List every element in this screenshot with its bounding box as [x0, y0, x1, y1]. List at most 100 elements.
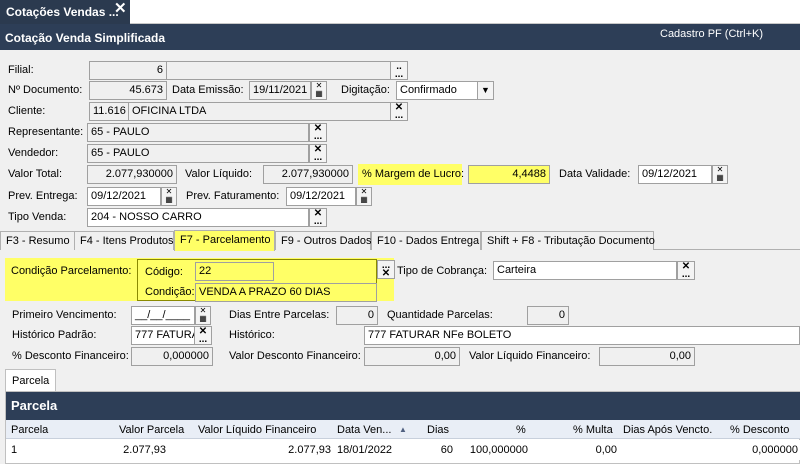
- margem-label: % Margem de Lucro:: [362, 168, 465, 180]
- cadastro-pf-shortcut[interactable]: Cadastro PF (Ctrl+K): [660, 27, 763, 41]
- cell-data-vencimento: 18/01/2022: [337, 444, 393, 456]
- cell-dias: 60: [440, 444, 453, 456]
- cell-valor-liquido-financeiro: 2.077,93: [288, 444, 331, 456]
- vendedor-field[interactable]: 65 - PAULO: [87, 144, 309, 163]
- tipo-cobranca-field[interactable]: Carteira: [493, 261, 677, 280]
- prev-faturamento-label: Prev. Faturamento:: [186, 190, 280, 202]
- table-row[interactable]: 1 2.077,93 2.077,93 18/01/2022 60 100,00…: [6, 440, 800, 460]
- representante-label: Representante:: [8, 126, 84, 138]
- data-emissao-field[interactable]: 19/11/2021: [249, 81, 311, 100]
- col-data-vencimento[interactable]: Data Ven...: [337, 423, 391, 437]
- form-title: Cotação Venda Simplificada: [5, 31, 166, 45]
- tipo-cobranca-search-button[interactable]: ✕...: [677, 261, 695, 280]
- col-dias[interactable]: Dias: [427, 423, 449, 437]
- col-parcela[interactable]: Parcela: [11, 423, 48, 437]
- prev-entrega-field[interactable]: 09/12/2021: [87, 187, 161, 206]
- data-validade-calendar-icon[interactable]: ✕ ▦: [712, 165, 728, 184]
- dias-entre-parcelas-field[interactable]: 0: [336, 306, 378, 325]
- quantidade-parcelas-field[interactable]: 0: [527, 306, 569, 325]
- filial-field[interactable]: 6: [89, 61, 167, 80]
- cell-parcela: 1: [11, 444, 18, 456]
- valor-liquido-financeiro-label: Valor Líquido Financeiro:: [469, 350, 591, 362]
- valor-desconto-financeiro-label: Valor Desconto Financeiro:: [229, 350, 361, 362]
- close-icon[interactable]: ✕: [114, 1, 127, 17]
- historico-padrao-search-button[interactable]: ✕...: [194, 326, 212, 345]
- digitacao-value: Confirmado: [400, 84, 457, 96]
- tipo-venda-label: Tipo Venda:: [8, 211, 67, 223]
- tab-resumo[interactable]: F3 - Resumo: [0, 231, 75, 250]
- data-validade-label: Data Validade:: [559, 168, 631, 180]
- codigo-label: Código:: [145, 266, 183, 278]
- valor-total-label: Valor Total:: [8, 168, 63, 180]
- cliente-name-field: OFICINA LTDA: [128, 102, 391, 121]
- tab-itens-produtos[interactable]: F4 - Itens Produtos: [74, 231, 174, 250]
- digitacao-select[interactable]: Confirmado ▼: [396, 81, 494, 100]
- col-valor-parcela[interactable]: Valor Parcela: [119, 423, 184, 437]
- chevron-down-icon[interactable]: ▼: [477, 82, 493, 99]
- representante-search-button[interactable]: ✕...: [309, 123, 327, 142]
- prev-entrega-label: Prev. Entrega:: [8, 190, 78, 202]
- document-tab-title: Cotações Vendas ...: [6, 5, 119, 19]
- documento-field[interactable]: 45.673: [89, 81, 167, 100]
- col-multa[interactable]: % Multa: [573, 423, 613, 437]
- tab-parcela[interactable]: Parcela: [5, 369, 56, 392]
- parcela-panel-title: Parcela: [11, 398, 58, 413]
- tipo-venda-field[interactable]: 204 - NOSSO CARRO: [87, 208, 309, 227]
- col-valor-liquido-financeiro[interactable]: Valor Líquido Financeiro: [198, 423, 316, 437]
- condicao-field-label: Condição:: [145, 286, 195, 298]
- sort-ascending-icon[interactable]: ▲: [399, 423, 407, 437]
- col-dias-apos-vencto[interactable]: Dias Após Vencto.: [623, 423, 712, 437]
- valor-liquido-label: Valor Líquido:: [185, 168, 253, 180]
- filial-label: Filial:: [8, 64, 34, 76]
- primeiro-vencimento-field[interactable]: __/__/____: [131, 306, 195, 325]
- main-tabs: F3 - Resumo F4 - Itens Produtos F7 - Par…: [0, 230, 800, 251]
- form-header: Cotação Venda Simplificada Cadastro PF (…: [0, 24, 800, 50]
- cliente-search-button[interactable]: ✕...: [390, 102, 408, 121]
- desconto-financeiro-field[interactable]: 0,000000: [131, 347, 213, 366]
- col-percentual[interactable]: %: [516, 423, 526, 437]
- vendedor-label: Vendedor:: [8, 147, 59, 159]
- cell-multa: 0,00: [595, 444, 617, 456]
- historico-field[interactable]: 777 FATURAR NFe BOLETO: [364, 326, 800, 345]
- historico-label: Histórico:: [229, 329, 275, 341]
- margem-field[interactable]: 4,4488: [468, 165, 550, 184]
- documento-label: Nº Documento:: [8, 84, 83, 96]
- codigo-field[interactable]: 22: [195, 262, 274, 281]
- parcela-grid-header: Parcela Valor Parcela Valor Líquido Fina…: [6, 420, 800, 439]
- valor-total-field: 2.077,930000: [87, 165, 177, 184]
- tab-tributacao-documento[interactable]: Shift + F8 - Tributação Documento: [481, 231, 655, 250]
- filial-search-button[interactable]: .....: [390, 61, 408, 80]
- dias-entre-parcelas-label: Dias Entre Parcelas:: [229, 309, 330, 321]
- filial-name-field: [166, 61, 391, 80]
- tab-parcelamento[interactable]: F7 - Parcelamento: [174, 230, 275, 251]
- tab-dados-entrega[interactable]: F10 - Dados Entrega: [371, 231, 481, 250]
- desconto-financeiro-label: % Desconto Financeiro:: [12, 350, 129, 362]
- tab-parcela-label: Parcela: [12, 375, 50, 387]
- condicao-search-button[interactable]: ... ✕: [377, 260, 395, 279]
- tipo-venda-search-button[interactable]: ✕...: [309, 208, 327, 227]
- cell-valor-parcela: 2.077,93: [123, 444, 166, 456]
- prev-entrega-calendar-icon[interactable]: ✕ ▦: [161, 187, 177, 206]
- cliente-code-field[interactable]: 11.616: [89, 102, 129, 121]
- vendedor-search-button[interactable]: ✕...: [309, 144, 327, 163]
- col-desconto[interactable]: % Desconto: [730, 423, 789, 437]
- data-validade-field[interactable]: 09/12/2021: [638, 165, 712, 184]
- valor-liquido-field: 2.077,930000: [263, 165, 353, 184]
- historico-padrao-field[interactable]: 777 FATURA: [131, 326, 195, 345]
- tab-outros-dados[interactable]: F9 - Outros Dados: [275, 231, 371, 250]
- cell-percentual: 100,000000: [469, 444, 528, 456]
- data-emissao-label: Data Emissão:: [172, 84, 244, 96]
- primeiro-vencimento-calendar-icon[interactable]: ✕ ▦: [195, 306, 211, 325]
- condicao-field: VENDA A PRAZO 60 DIAS: [195, 283, 377, 302]
- tipo-cobranca-label: Tipo de Cobrança:: [397, 265, 488, 277]
- digitacao-label: Digitação:: [341, 84, 390, 96]
- document-tab[interactable]: Cotações Vendas ... ✕: [0, 0, 130, 24]
- prev-faturamento-calendar-icon[interactable]: ✕ ▦: [356, 187, 372, 206]
- primeiro-vencimento-label: Primeiro Vencimento:: [12, 309, 117, 321]
- valor-desconto-financeiro-field: 0,00: [364, 347, 460, 366]
- valor-liquido-financeiro-field: 0,00: [599, 347, 695, 366]
- data-emissao-calendar-icon[interactable]: ✕ ▦: [311, 81, 327, 100]
- prev-faturamento-field[interactable]: 09/12/2021: [286, 187, 356, 206]
- representante-field[interactable]: 65 - PAULO: [87, 123, 309, 142]
- condicao-parcelamento-label: Condição Parcelamento:: [11, 265, 132, 277]
